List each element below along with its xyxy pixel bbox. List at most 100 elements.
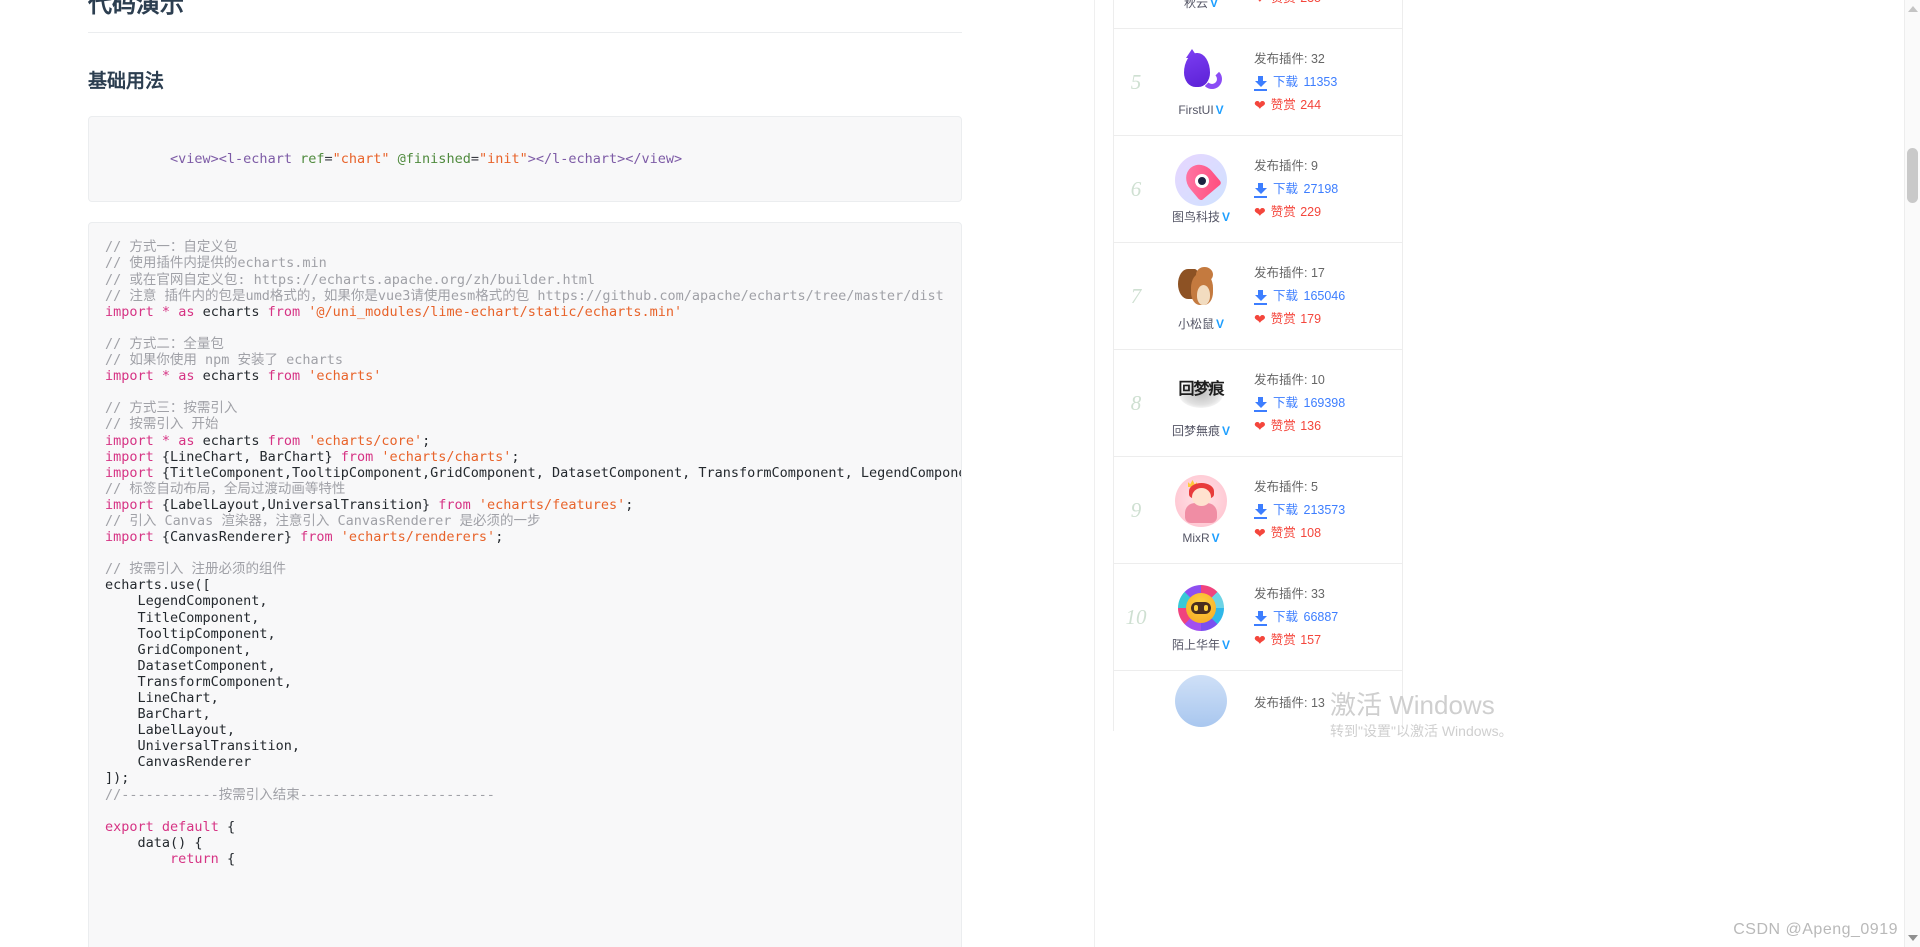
code-line: LineChart, [105, 690, 219, 707]
page-title: 代码演示 [88, 0, 962, 34]
ranking-list-item[interactable]: 7 小松鼠 V 发布插件: 17 下载 165046 ❤ 赞赏 179 [1114, 243, 1402, 350]
download-icon [1254, 610, 1267, 626]
downloads-stat[interactable]: 下载 169398 [1254, 392, 1396, 415]
author-block[interactable]: FirstUI V [1158, 47, 1244, 117]
scrollbar-down-arrow-icon[interactable] [1908, 935, 1918, 941]
code-line: import * as echarts from '@/uni_modules/… [105, 303, 683, 320]
downloads-label: 下载 [1273, 74, 1299, 89]
author-block[interactable]: 回梦痕回梦無痕 V [1158, 368, 1244, 438]
mixr-avatar[interactable] [1175, 475, 1227, 527]
author-block[interactable]: 小松鼠 V [1158, 261, 1244, 331]
likes-stat[interactable]: ❤ 赞赏 108 [1254, 522, 1396, 545]
author-name[interactable]: 回梦無痕 V [1158, 424, 1244, 438]
moshang-avatar[interactable] [1175, 582, 1227, 634]
documentation-column: 代码演示 基础用法 <view><l-echart ref="chart" @f… [0, 0, 1094, 947]
download-icon [1254, 396, 1267, 412]
likes-value: 108 [1296, 525, 1322, 540]
author-name[interactable]: FirstUI V [1158, 103, 1244, 117]
code-line: TooltipComponent, [105, 625, 276, 642]
code-line: // 引入 Canvas 渲染器，注意引入 CanvasRenderer 是必须… [105, 512, 541, 529]
likes-stat[interactable]: ❤ 赞赏 235 [1254, 0, 1396, 10]
download-icon [1254, 75, 1267, 91]
partial-avatar[interactable] [1175, 675, 1227, 727]
likes-stat[interactable]: ❤ 赞赏 229 [1254, 201, 1396, 224]
downloads-stat[interactable]: 下载 213573 [1254, 499, 1396, 522]
author-block[interactable]: MixR V [1158, 475, 1244, 545]
downloads-stat[interactable]: 下载 11353 [1254, 71, 1396, 94]
ranking-sidebar: 4QIUN秋云秋云V发布插件: 1下载 267870❤赞赏 235 5 FirstU… [1094, 0, 1920, 947]
section-heading-basic-usage: 基础用法 [88, 71, 165, 93]
author-name[interactable]: 小松鼠 V [1158, 317, 1244, 331]
published-plugins-label: 发布插件: [1254, 586, 1311, 601]
rank-number: 9 [1130, 497, 1142, 522]
author-stats: 发布插件: 10 下载 169398 ❤ 赞赏 136 [1244, 369, 1396, 438]
author-name[interactable]: 秋云 V [1158, 0, 1244, 10]
code-line: DatasetComponent, [105, 657, 276, 674]
code-line: export default { [105, 818, 236, 835]
downloads-stat[interactable]: 下载 27198 [1254, 178, 1396, 201]
likes-stat[interactable]: ❤ 赞赏 179 [1254, 308, 1396, 331]
verified-badge-icon: V [1215, 103, 1224, 117]
download-icon [1254, 503, 1267, 519]
likes-stat[interactable]: ❤ 赞赏 157 [1254, 629, 1396, 652]
ranking-list-item[interactable]: 5 FirstUI V 发布插件: 32 下载 11353 ❤ 赞赏 244 [1114, 29, 1402, 136]
author-name[interactable]: 陌上华年 V [1158, 638, 1244, 652]
ranking-list-item[interactable]: 发布插件: 13 [1114, 671, 1402, 731]
likes-stat[interactable]: ❤ 赞赏 244 [1254, 94, 1396, 117]
code-line: import {LineChart, BarChart} from 'echar… [105, 448, 520, 465]
usage-code-snippet[interactable]: <view><l-echart ref="chart" @finished="i… [88, 116, 962, 203]
published-plugins-value: 10 [1310, 372, 1325, 387]
firstui-avatar[interactable] [1175, 47, 1227, 99]
ranking-list-item[interactable]: 10 陌上华年 V 发布插件: 33 下载 66887 ❤ 赞赏 157 [1114, 564, 1402, 671]
huimeng-avatar[interactable]: 回梦痕 [1175, 368, 1227, 420]
published-plugins-stat: 发布插件: 33 [1254, 583, 1396, 606]
tuniao-avatar[interactable] [1175, 154, 1227, 206]
likes-label: 赞赏 [1270, 204, 1296, 219]
code-line: LabelLayout, [105, 722, 236, 739]
code-line: UniversalTransition, [105, 738, 301, 755]
main-code-block[interactable]: // 方式一：自定义包// 使用插件内提供的echarts.min// 或在官网… [88, 222, 962, 947]
code-line: // 方式三：按需引入 [105, 400, 238, 417]
code-line: TransformComponent, [105, 673, 292, 690]
heart-icon: ❤ [1254, 311, 1266, 327]
likes-value: 244 [1296, 97, 1322, 112]
code-line: //------------按需引入结束--------------------… [105, 786, 495, 803]
downloads-label: 下载 [1273, 395, 1299, 410]
scrollbar-up-arrow-icon[interactable] [1908, 6, 1918, 12]
likes-stat[interactable]: ❤ 赞赏 136 [1254, 415, 1396, 438]
author-stats: 发布插件: 33 下载 66887 ❤ 赞赏 157 [1244, 583, 1396, 652]
code-line: // 注意 插件内的包是umd格式的，如果你是vue3请使用esm格式的包 ht… [105, 287, 944, 304]
code-line: return { [170, 850, 236, 867]
ranking-list-item[interactable]: 6 图鸟科技 V 发布插件: 9 下载 27198 ❤ 赞赏 229 [1114, 136, 1402, 243]
author-block[interactable]: 图鸟科技 V [1158, 154, 1244, 224]
author-stats: 发布插件: 13 [1244, 692, 1396, 715]
code-line: import {LabelLayout,UniversalTransition}… [105, 496, 634, 513]
code-line: CanvasRenderer [105, 754, 252, 771]
author-name[interactable]: 图鸟科技 V [1158, 210, 1244, 224]
verified-badge-icon: V [1222, 424, 1231, 438]
published-plugins-value: 13 [1310, 695, 1325, 710]
downloads-stat[interactable]: 下载 165046 [1254, 285, 1396, 308]
author-block[interactable] [1158, 675, 1244, 731]
rank-number: 5 [1130, 69, 1142, 94]
verified-badge-icon: V [1222, 210, 1231, 224]
code-line: LegendComponent, [105, 593, 268, 610]
scrollbar-thumb[interactable] [1907, 148, 1918, 203]
ranking-list-item[interactable]: 4QIUN秋云秋云V发布插件: 1下载 267870❤赞赏 235 [1114, 0, 1402, 29]
code-line: TitleComponent, [105, 609, 260, 626]
documentation-inner: 代码演示 基础用法 <view><l-echart ref="chart" @f… [0, 0, 1094, 947]
author-name[interactable]: MixR V [1158, 531, 1244, 545]
author-block[interactable]: QIUN秋云秋云V [1158, 0, 1244, 10]
verified-badge-icon: V [1210, 0, 1219, 10]
code-line: // 方式一：自定义包 [105, 239, 238, 256]
author-stats: 发布插件: 32 下载 11353 ❤ 赞赏 244 [1244, 48, 1396, 117]
downloads-value: 66887 [1300, 609, 1339, 624]
page-scrollbar[interactable] [1904, 0, 1920, 947]
code-line: // 按需引入 开始 [105, 416, 219, 433]
downloads-stat[interactable]: 下载 66887 [1254, 606, 1396, 629]
author-block[interactable]: 陌上华年 V [1158, 582, 1244, 652]
ranking-list-item[interactable]: 8 回梦痕 回梦無痕 V 发布插件: 10 下载 169398 ❤ 赞赏 136 [1114, 350, 1402, 457]
squirrel-avatar[interactable] [1175, 261, 1227, 313]
ranking-list-item[interactable]: 9 MixR V 发布插件: 5 下载 213573 ❤ 赞赏 108 [1114, 457, 1402, 564]
